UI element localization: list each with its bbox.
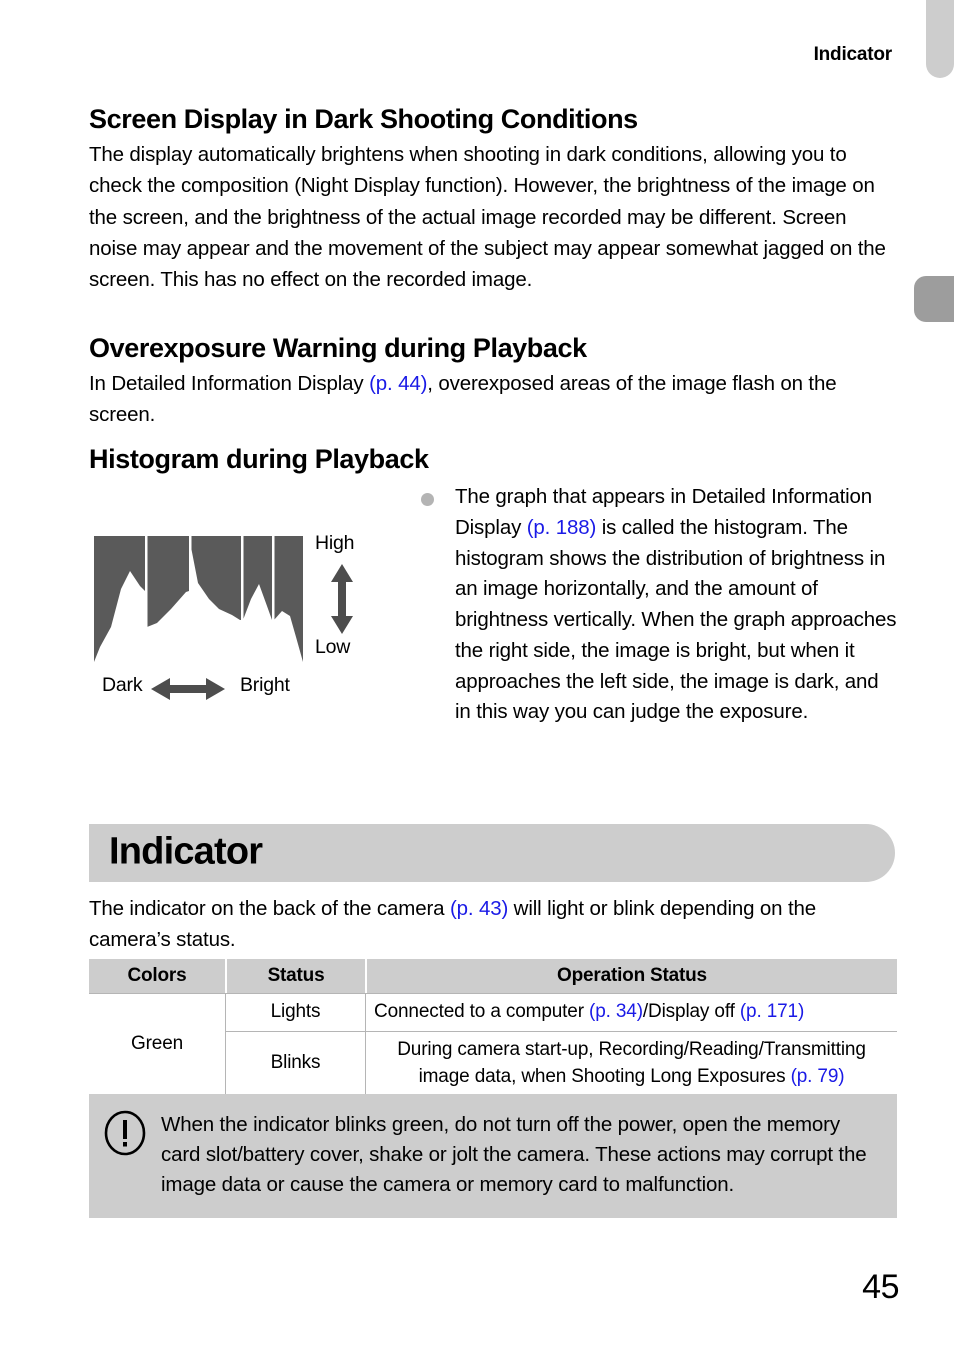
warning-exclamation-icon (104, 1110, 146, 1156)
table-head: Colors Status Operation Status (89, 959, 897, 993)
paragraph-overexposure: In Detailed Information Display (p. 44),… (89, 368, 899, 431)
page-link-34[interactable]: (p. 34) (589, 1001, 643, 1022)
page-link-43[interactable]: (p. 43) (450, 897, 508, 920)
gridline (272, 536, 275, 662)
column-header-colors: Colors (89, 959, 225, 993)
page-link-79[interactable]: (p. 79) (791, 1066, 845, 1087)
section-overexposure: Overexposure Warning during Playback In … (89, 333, 899, 431)
paragraph-dark-display: The display automatically brightens when… (89, 143, 886, 292)
histogram-label-dark: Dark (102, 674, 143, 696)
paragraph-indicator: The indicator on the back of the camera … (89, 894, 899, 956)
section-indicator: Indicator The indicator on the back of t… (89, 824, 899, 956)
page-link-188[interactable]: (p. 188) (527, 516, 597, 539)
page-link-171[interactable]: (p. 171) (740, 1001, 804, 1022)
text-run: Connected to a computer (374, 1001, 590, 1022)
histogram-chart (94, 536, 303, 662)
column-header-operation-status: Operation Status (365, 959, 897, 993)
table-body: Green Lights Connected to a computer (p.… (89, 993, 897, 1097)
table-header-row: Colors Status Operation Status (89, 959, 897, 993)
histogram-bullet-text: The graph that appears in Detailed Infor… (421, 482, 899, 728)
indicator-table: Colors Status Operation Status Green Lig… (89, 959, 897, 1097)
running-header: Indicator (813, 44, 893, 65)
caution-note-box: When the indicator blinks green, do not … (89, 1094, 897, 1219)
section-histogram: Histogram during Playback High Low Dark (89, 444, 899, 723)
index-tab-active (914, 276, 954, 322)
page-link-44[interactable]: (p. 44) (369, 372, 427, 395)
cell-color-green: Green (89, 993, 225, 1097)
page-number: 45 (862, 1268, 899, 1306)
gridline (189, 536, 192, 662)
text-run: /Display off (642, 1001, 740, 1022)
gridline (145, 536, 148, 662)
histogram-label-high: High (315, 532, 355, 554)
cell-status-lights: Lights (225, 993, 365, 1032)
cell-status-blinks: Blinks (225, 1031, 365, 1097)
caution-note-text: When the indicator blinks green, do not … (161, 1113, 867, 1197)
histogram-label-low: Low (315, 636, 351, 658)
bullet-dot-icon (421, 493, 434, 506)
heading-dark-display: Screen Display in Dark Shooting Conditio… (89, 104, 638, 134)
histogram-figure: High Low Dark Bright (89, 488, 389, 700)
index-tab-top (926, 0, 954, 78)
histogram-bullet-item: The graph that appears in Detailed Infor… (421, 482, 899, 728)
gridline (241, 536, 244, 662)
cell-operation-lights: Connected to a computer (p. 34)/Display … (365, 993, 897, 1032)
cell-operation-blinks: During camera start-up, Recording/Readin… (365, 1031, 897, 1097)
banner-title: Indicator (109, 830, 263, 873)
section-dark-display: Screen Display in Dark Shooting Conditio… (89, 104, 899, 296)
text-run: is called the histogram. The histogram s… (455, 515, 897, 724)
text-run: The indicator on the back of the camera (89, 897, 450, 920)
text-run: In Detailed Information Display (89, 372, 370, 396)
heading-histogram: Histogram during Playback (89, 444, 429, 474)
horizontal-double-arrow-icon (151, 678, 225, 700)
vertical-double-arrow-icon (331, 564, 353, 634)
column-header-status: Status (225, 959, 365, 993)
table-row: Green Lights Connected to a computer (p.… (89, 993, 897, 1097)
section-banner: Indicator (89, 824, 895, 882)
histogram-label-bright: Bright (240, 674, 290, 696)
heading-overexposure: Overexposure Warning during Playback (89, 333, 587, 363)
histogram-svg (94, 536, 303, 662)
